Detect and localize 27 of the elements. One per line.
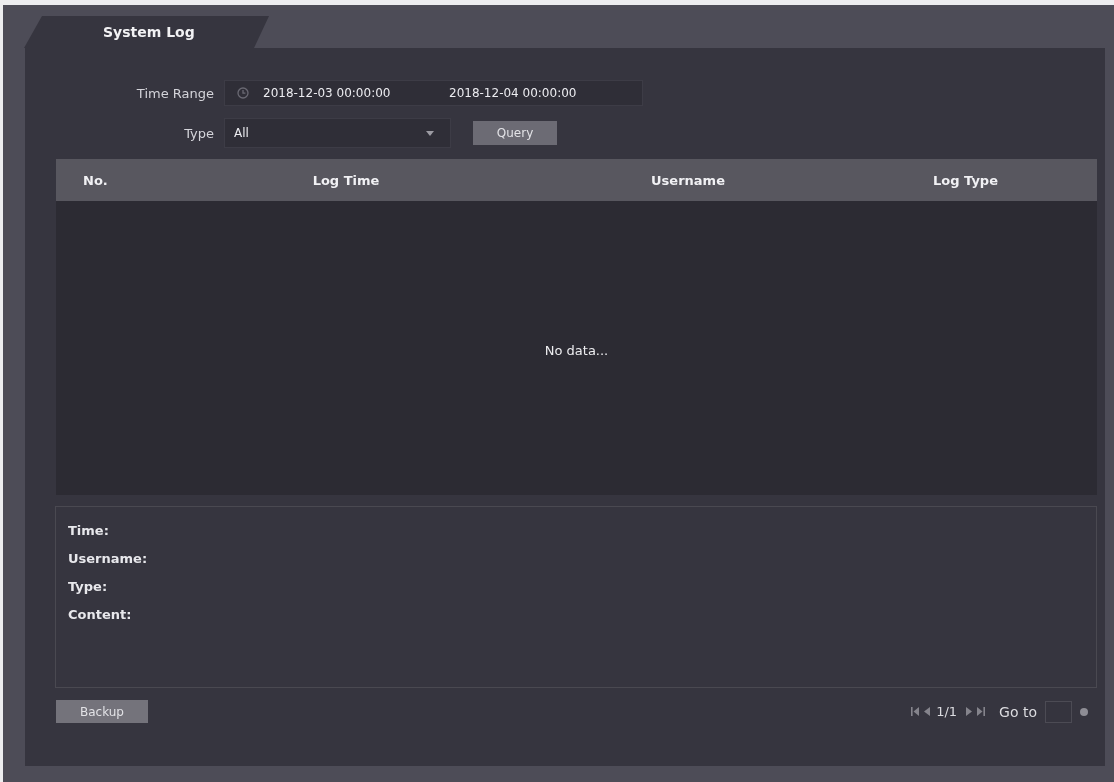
column-header: Username	[651, 172, 725, 188]
end-date-input[interactable]: 2018-12-04 00:00:00	[449, 86, 577, 100]
first-page-icon[interactable]	[911, 707, 920, 716]
type-dropdown[interactable]: All	[224, 118, 451, 148]
next-page-icon[interactable]	[966, 707, 973, 716]
caret-icon	[426, 130, 434, 136]
column-header: Log Type	[933, 172, 998, 188]
detail-label: Username:	[68, 550, 148, 568]
previous-page-icon[interactable]	[924, 707, 931, 716]
column-header: Log Time	[312, 172, 380, 188]
dot-icon[interactable]	[1080, 707, 1088, 716]
clock-icon	[237, 87, 249, 99]
empty-message: No data...	[544, 342, 609, 358]
type-value: All	[234, 126, 249, 140]
time-range-label: Time Range	[136, 85, 214, 101]
page-indicator: 1/1	[936, 704, 958, 719]
detail-label: Type:	[68, 578, 108, 596]
query-button[interactable]: Query	[473, 121, 557, 145]
start-date-input[interactable]: 2018-12-03 00:00:00	[263, 86, 449, 100]
last-page-icon[interactable]	[977, 707, 986, 716]
detail-label: Content:	[68, 606, 132, 624]
column-header: No.	[82, 172, 108, 188]
type-label: Type	[184, 125, 214, 141]
detail-label: Time:	[68, 522, 109, 540]
go-to-label: Go to	[999, 703, 1037, 720]
date-range-field[interactable]: 2018-12-03 00:00:00 2018-12-04 00:00:00	[224, 80, 643, 106]
tab[interactable]: System Log	[24, 16, 269, 48]
